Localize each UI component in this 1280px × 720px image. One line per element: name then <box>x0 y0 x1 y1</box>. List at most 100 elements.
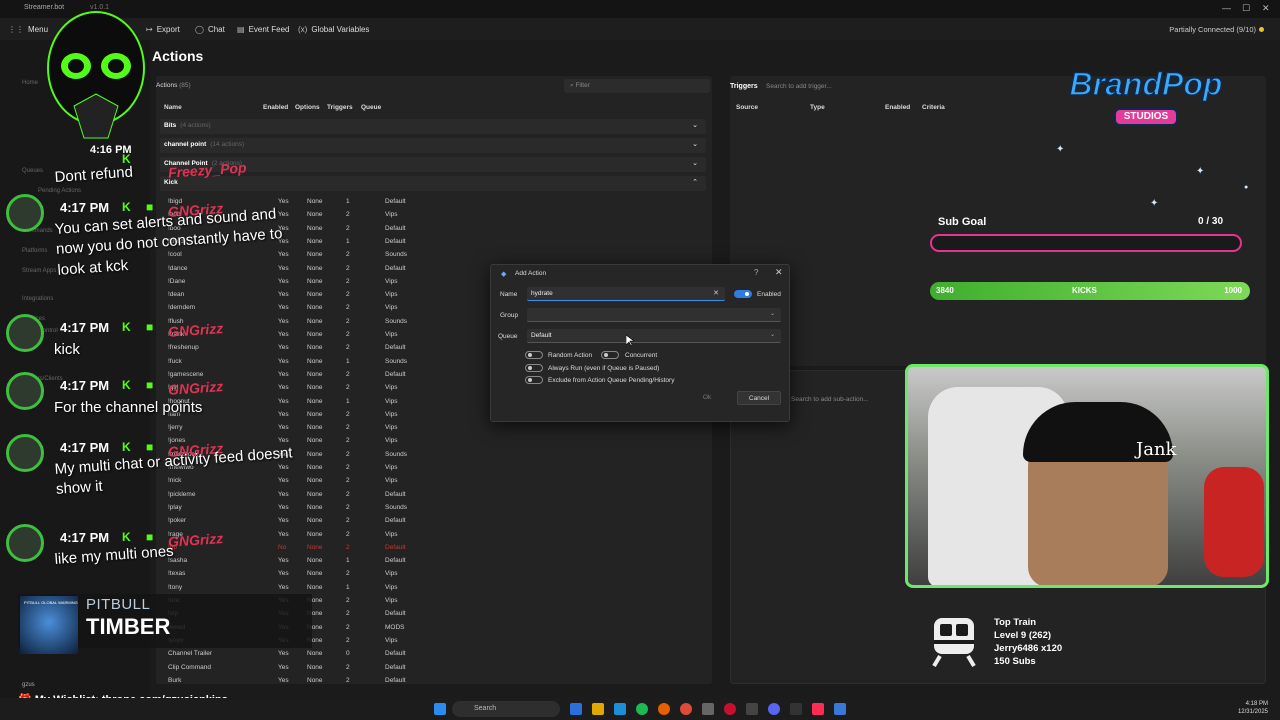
table-row[interactable]: !jerry Yes None 2 Vips <box>160 422 706 435</box>
taskbar-search[interactable]: Search <box>452 701 560 717</box>
cell-queue: Default <box>385 610 406 618</box>
group-bits[interactable]: Bits (4 actions) ⌄ <box>160 119 706 134</box>
enabled-toggle[interactable] <box>734 290 752 298</box>
col-type[interactable]: Type <box>810 104 825 111</box>
discord-icon[interactable] <box>768 703 780 715</box>
kicks-right-value: 1000 <box>1224 286 1242 295</box>
cell-enabled: Yes <box>278 570 289 578</box>
sidebar-item-platforms[interactable]: Platforms <box>22 248 47 254</box>
train-level: Level 9 (262) <box>994 630 1052 641</box>
table-row[interactable]: !poker Yes None 2 Default <box>160 515 706 528</box>
table-row[interactable]: !play Yes None 2 Sounds <box>160 502 706 515</box>
event-feed-button[interactable]: ▤ Event Feed <box>237 25 289 34</box>
cell-options: None <box>307 477 323 485</box>
app-icon-dark[interactable] <box>790 703 802 715</box>
streamerbot-taskbar-icon[interactable] <box>834 703 846 715</box>
group-select[interactable]: ⌄ <box>527 308 781 322</box>
close-window-button[interactable]: ✕ <box>1262 3 1270 14</box>
ok-button[interactable]: Ok <box>681 391 733 405</box>
spotify-icon[interactable] <box>636 703 648 715</box>
always-run-toggle[interactable] <box>525 364 543 372</box>
cell-name: !demdem <box>168 304 196 312</box>
cell-queue: Vips <box>385 570 398 578</box>
cell-triggers: 2 <box>346 570 350 578</box>
col-enabled[interactable]: Enabled <box>263 104 288 111</box>
dialog-close-button[interactable]: ✕ <box>775 267 783 278</box>
cell-options: None <box>307 517 323 525</box>
group-count: (4 actions) <box>180 122 211 129</box>
group-kick[interactable]: Kick ⌃ <box>160 176 706 191</box>
cell-triggers: 2 <box>346 331 350 338</box>
table-row[interactable]: Burk Yes None 2 Default <box>160 675 706 688</box>
col-queue[interactable]: Queue <box>361 104 381 111</box>
col-name[interactable]: Name <box>164 104 182 111</box>
maximize-button[interactable]: ☐ <box>1242 3 1250 14</box>
random-action-toggle[interactable] <box>525 351 543 359</box>
dialog-title: Add Action <box>515 270 547 277</box>
cell-name: Channel Trailer <box>168 650 213 658</box>
concurrent-toggle[interactable] <box>601 351 619 359</box>
col-trigger-enabled[interactable]: Enabled <box>885 104 910 111</box>
cell-queue: Default <box>385 198 406 205</box>
sparkle-icon: ✦ <box>1150 198 1159 209</box>
cell-name: !gamescene <box>168 370 204 378</box>
notepad-icon[interactable] <box>702 703 714 715</box>
exclude-toggle[interactable] <box>525 376 543 384</box>
windows-start-icon[interactable] <box>434 703 446 715</box>
sidebar-item-stream-apps[interactable]: Stream Apps <box>22 268 56 274</box>
app-icon-gray[interactable] <box>746 703 758 715</box>
sidebar-item-queues[interactable]: Queues <box>22 168 43 174</box>
variables-icon: (x) <box>298 25 308 34</box>
col-triggers[interactable]: Triggers <box>327 104 353 111</box>
table-row[interactable]: Channel Trailer Yes None 0 Default <box>160 648 706 661</box>
tiktok-icon[interactable] <box>812 703 824 715</box>
queue-select[interactable]: Default ⌄ <box>527 329 781 343</box>
group-name: Bits <box>164 122 177 129</box>
grid-icon: ⋮⋮ <box>8 25 24 34</box>
table-row[interactable]: !tony Yes None 1 Vips <box>160 582 706 595</box>
minimize-button[interactable]: — <box>1222 3 1231 13</box>
cancel-button[interactable]: Cancel <box>737 391 781 405</box>
firefox-icon[interactable] <box>658 703 670 715</box>
sidebar-item-integrations[interactable]: Integrations <box>22 296 53 302</box>
trigger-search-input[interactable]: Search to add trigger... <box>762 80 1062 94</box>
cell-options: None <box>307 557 323 565</box>
menu-bar: ⋮⋮ Menu ↦ Export ◯ Chat ▤ Event Feed (x) Glob… <box>0 18 1280 40</box>
copilot-icon[interactable] <box>570 703 582 715</box>
table-row[interactable]: !pickleme Yes None 2 Default <box>160 489 706 502</box>
group-channel-point[interactable]: channel point (14 actions) ⌄ <box>160 138 706 153</box>
mouse-cursor-icon <box>626 335 634 347</box>
cell-options: None <box>307 663 323 671</box>
edge-icon[interactable] <box>614 703 626 715</box>
chat-button[interactable]: ◯ Chat <box>195 25 225 34</box>
table-row[interactable]: !texas Yes None 2 Vips <box>160 568 706 581</box>
cell-enabled: Yes <box>278 317 289 325</box>
chrome-icon[interactable] <box>680 703 692 715</box>
app-icon-red[interactable] <box>724 703 736 715</box>
cell-options: None <box>307 450 323 458</box>
cell-queue: Default <box>385 557 406 565</box>
table-row[interactable]: Clip Command Yes None 2 Default <box>160 662 706 675</box>
global-variables-button[interactable]: (x) Global Variables <box>298 25 369 34</box>
subgoal-progress-bar <box>930 234 1242 252</box>
cell-triggers: 0 <box>346 650 350 658</box>
sidebar-user[interactable]: gzus <box>22 682 35 688</box>
chat-message: For the channel points <box>54 399 203 416</box>
cell-triggers: 1 <box>346 583 350 591</box>
help-icon[interactable]: ? <box>754 268 758 277</box>
sidebar-item-pending-actions[interactable]: Pending Actions <box>38 188 81 194</box>
cell-name: !texas <box>168 570 186 578</box>
filter-input[interactable]: ⌕ Filter <box>564 79 710 93</box>
cell-queue: Default <box>385 543 406 551</box>
cell-options: None <box>307 464 323 471</box>
cam-hat-text: Jank <box>1136 439 1177 460</box>
connection-status[interactable]: Partially Connected (9/10) <box>1169 25 1264 34</box>
export-label: Export <box>156 25 180 34</box>
col-options[interactable]: Options <box>295 104 320 111</box>
subaction-search-input[interactable]: Search to add sub-action... <box>791 396 869 403</box>
col-source[interactable]: Source <box>736 104 758 111</box>
clear-icon[interactable]: ✕ <box>713 289 719 297</box>
file-explorer-icon[interactable] <box>592 703 604 715</box>
col-criteria[interactable]: Criteria <box>922 104 945 111</box>
name-input[interactable]: hydrate ✕ <box>527 287 725 301</box>
